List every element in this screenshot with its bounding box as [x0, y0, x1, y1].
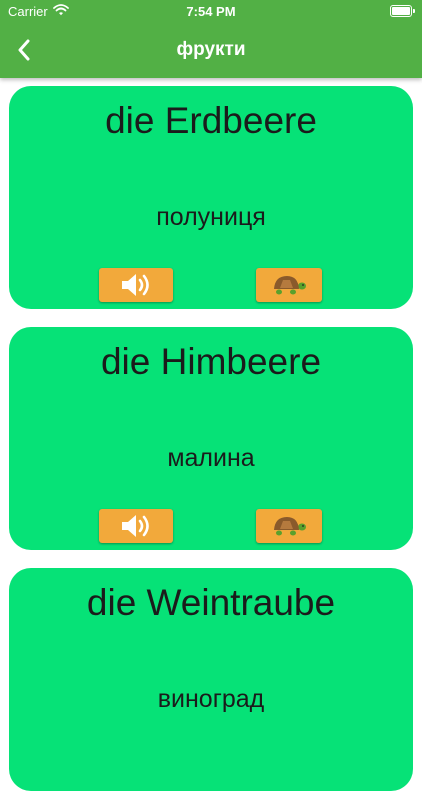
turtle-icon [274, 276, 306, 295]
slow-sound-button[interactable] [256, 509, 322, 543]
battery-icon [390, 5, 415, 17]
top-bar: Carrier 7:54 PM фрукти [0, 0, 422, 78]
status-bar: Carrier 7:54 PM [0, 0, 422, 24]
speaker-icon [122, 515, 149, 537]
german-word: die Erdbeere [105, 100, 317, 141]
play-sound-button[interactable] [99, 268, 173, 302]
page-title: фрукти [176, 39, 246, 60]
slow-sound-button[interactable] [256, 268, 322, 302]
german-word: die Himbeere [100, 341, 322, 382]
translation: полуниця [156, 203, 266, 231]
status-time: 7:54 PM [186, 4, 236, 19]
navigation-bar: фрукти [0, 24, 422, 78]
speaker-icon [122, 274, 149, 296]
translation: виноград [157, 685, 265, 713]
turtle-icon [274, 517, 306, 536]
word-card[interactable]: die Himbeere малина [9, 327, 413, 550]
word-card[interactable]: die Weintraube виноград [9, 568, 413, 791]
play-sound-button[interactable] [99, 509, 173, 543]
translation: малина [167, 444, 255, 472]
word-card[interactable]: die Erdbeere полуниця [9, 86, 413, 309]
german-word: die Weintraube [86, 582, 336, 623]
